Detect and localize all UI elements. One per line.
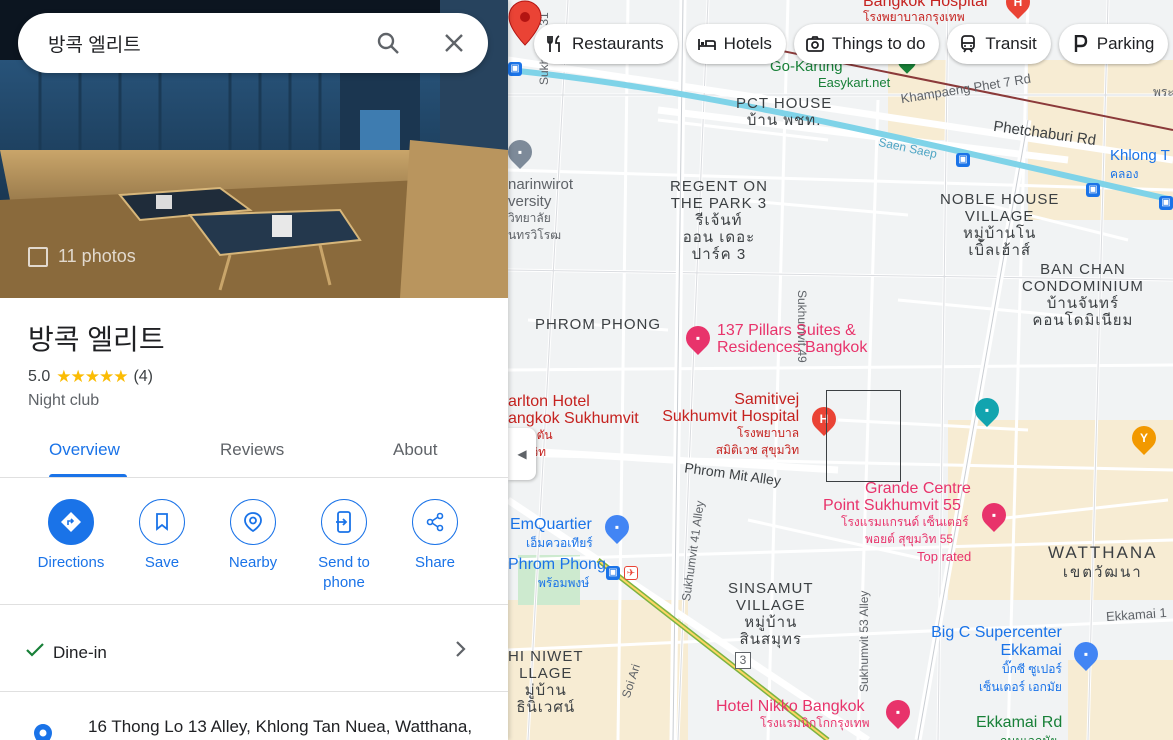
chip-label: Things to do	[831, 34, 926, 53]
map-label-samitivej[interactable]: Samitivej Sukhumvit Hospital โรงพยาบาล สมิต…	[653, 391, 799, 459]
map-label-pct-house: PCT HOUSE บ้าน พชท.	[736, 95, 833, 129]
chevron-left-icon: ◀	[517, 447, 527, 461]
tab-overview[interactable]: Overview	[49, 440, 120, 460]
dine-in-label: Dine-in	[53, 643, 107, 662]
chip-label: Hotels	[723, 34, 772, 53]
place-tabs: Overview Reviews About	[0, 422, 508, 478]
nearby-button[interactable]: Nearby	[208, 499, 298, 573]
map-label-137-pillars[interactable]: 137 Pillars Suites & Residences Bangkok	[717, 322, 867, 356]
place-category[interactable]: Night club	[28, 392, 99, 410]
map-label-phrom-phong-area: PHROM PHONG	[535, 316, 662, 333]
tab-about[interactable]: About	[393, 440, 437, 460]
map-label-sinsamut: SINSAMUT VILLAGE หมู่บ้าน สินสมุทร	[728, 580, 814, 648]
collapse-panel-button[interactable]: ◀	[508, 428, 536, 480]
map-label-bangkok-hospital[interactable]: Bangkok Hospital โรงพยาบาลกรุงเทพ	[863, 0, 988, 24]
map-label-ekkamai-rd: Ekkamai Rdถนนเอกมัย	[976, 714, 1063, 740]
map-label-sukhumvit53: Sukhumvit 53 Alley	[857, 590, 871, 692]
search-input[interactable]	[48, 32, 358, 54]
chevron-right-icon	[456, 641, 466, 657]
chip-parking[interactable]: Parking	[1058, 24, 1169, 64]
restaurant-pin-icon[interactable]: Y	[1127, 421, 1161, 455]
directions-icon	[48, 499, 94, 545]
chip-restaurants[interactable]: Restaurants	[534, 24, 678, 64]
map-label-srinakharinwirot[interactable]: narinwirot versity วิทยาลัย นทรวิโรฒ	[508, 176, 573, 244]
shopping-pin-icon[interactable]: ▪	[600, 510, 634, 544]
transit-station-icon[interactable]: ▣	[956, 153, 970, 167]
map-label-easykart: Easykart.net	[818, 75, 891, 90]
nearby-icon	[230, 499, 276, 545]
temple-pin-icon[interactable]: ▪	[970, 393, 1004, 427]
rating-value: 5.0	[28, 368, 51, 385]
bed-icon	[697, 39, 716, 50]
place-panel: 11 photos 방콕 엘리트 5.0 ★★★★★ (4) Night clu…	[0, 0, 508, 740]
mrt-station-icon[interactable]: ✈	[624, 566, 638, 580]
service-options-row[interactable]: Dine-in	[0, 606, 508, 692]
chip-label: Parking	[1096, 34, 1155, 53]
address-row[interactable]: 16 Thong Lo 13 Alley, Khlong Tan Nuea, W…	[0, 693, 508, 740]
action-buttons: Directions Save Nearby Send to phone Sha…	[0, 479, 508, 605]
rating-stars-icon: ★★★★★	[56, 367, 128, 386]
map-canvas[interactable]: Bangkok Hospital โรงพยาบาลกรุงเทพ Go-Kart…	[508, 0, 1173, 740]
chip-label: Transit	[985, 34, 1037, 53]
share-button[interactable]: Share	[390, 499, 480, 573]
bookmark-icon	[139, 499, 185, 545]
map-label-niwet: HI NIWET LLAGE มู่บ้าน ธินิเวศน์	[508, 648, 584, 716]
rating-row[interactable]: 5.0 ★★★★★ (4)	[28, 367, 153, 387]
fork-knife-icon	[547, 35, 560, 52]
map-label-top-right: พระ	[1153, 85, 1173, 99]
share-icon	[412, 499, 458, 545]
address-text: 16 Thong Lo 13 Alley, Khlong Tan Nuea, W…	[88, 717, 473, 736]
save-button[interactable]: Save	[117, 499, 207, 573]
chip-hotels[interactable]: Hotels	[685, 24, 786, 64]
tab-reviews[interactable]: Reviews	[220, 440, 284, 460]
send-to-phone-button[interactable]: Send to phone	[299, 499, 389, 593]
check-icon	[26, 643, 44, 657]
map-label-watthana: WATTHANA เขตวัฒนา	[1048, 543, 1158, 581]
map-label-grande-centre[interactable]: Grande Centre Point Sukhumvit 55 โรงแรมแกร…	[823, 480, 971, 565]
shopping-pin-icon[interactable]: ▪	[1069, 637, 1103, 671]
directions-label: Directions	[37, 554, 105, 571]
save-label: Save	[144, 554, 180, 571]
route-3-shield: 3	[735, 652, 751, 669]
chip-things-to-do[interactable]: Things to do	[793, 24, 940, 64]
directions-button[interactable]: Directions	[26, 499, 116, 573]
send-to-phone-icon	[321, 499, 367, 545]
category-chips: Restaurants Hotels Things to do Transit …	[534, 24, 1169, 64]
photos-count-label: 11 photos	[58, 246, 136, 266]
location-pin-icon	[34, 724, 52, 740]
map-label-khlong: Khlong T คลอง	[1110, 147, 1170, 181]
review-count[interactable]: (4)	[133, 368, 153, 386]
photos-count[interactable]: 11 photos	[28, 246, 136, 267]
transit-station-icon[interactable]: ▣	[1159, 196, 1173, 210]
map-label-noble-house: NOBLE HOUSE VILLAGE หมู่บ้านโน เบิ้ลเฮ้าส์	[940, 191, 1060, 259]
bts-station-icon[interactable]: ▣	[606, 566, 620, 580]
map-label-bigc[interactable]: Big C Supercenter Ekkamai บิ๊กซี ซูเปอร์ เซ…	[929, 624, 1062, 696]
search-box	[18, 13, 488, 73]
share-label: Share	[414, 554, 456, 571]
chip-transit[interactable]: Transit	[947, 24, 1051, 64]
map-label-banchan: BAN CHAN CONDOMINIUM บ้านจันทร์ คอนโดมิเนีย…	[1022, 261, 1144, 329]
active-tab-indicator	[49, 474, 127, 477]
search-icon[interactable]	[376, 31, 400, 55]
map-label-phrom-phong-station[interactable]: Phrom Phong พร้อมพงษ์	[508, 556, 606, 592]
place-title: 방콕 엘리트	[28, 324, 165, 355]
transit-station-icon[interactable]: ▣	[1086, 183, 1100, 197]
hotel-pin-icon[interactable]: ▪	[681, 321, 715, 355]
nearby-label: Nearby	[228, 554, 278, 571]
map-label-emquartier[interactable]: EmQuartier เอ็มควอเทียร์	[510, 516, 593, 552]
hotel-pin-icon[interactable]: ▪	[977, 498, 1011, 532]
map-label-nikko[interactable]: Hotel Nikko Bangkok โรงแรมนิกโกกรุงเทพ	[716, 698, 870, 732]
map-roads	[508, 0, 1173, 740]
parking-icon	[1074, 35, 1087, 52]
selection-box	[826, 390, 901, 482]
close-icon[interactable]	[442, 31, 466, 55]
map-label-regent: REGENT ON THE PARK 3 รีเจ้นท์ ออน เดอะ ปาร์ค…	[670, 178, 768, 263]
send-to-phone-label: Send to phone	[318, 554, 370, 591]
hotel-pin-icon[interactable]: ▪	[881, 695, 915, 729]
photo-gallery-icon	[28, 246, 48, 267]
camera-icon	[805, 36, 824, 52]
transit-station-icon[interactable]: ▣	[508, 62, 522, 76]
chip-label: Restaurants	[572, 34, 664, 53]
train-icon	[961, 35, 976, 53]
